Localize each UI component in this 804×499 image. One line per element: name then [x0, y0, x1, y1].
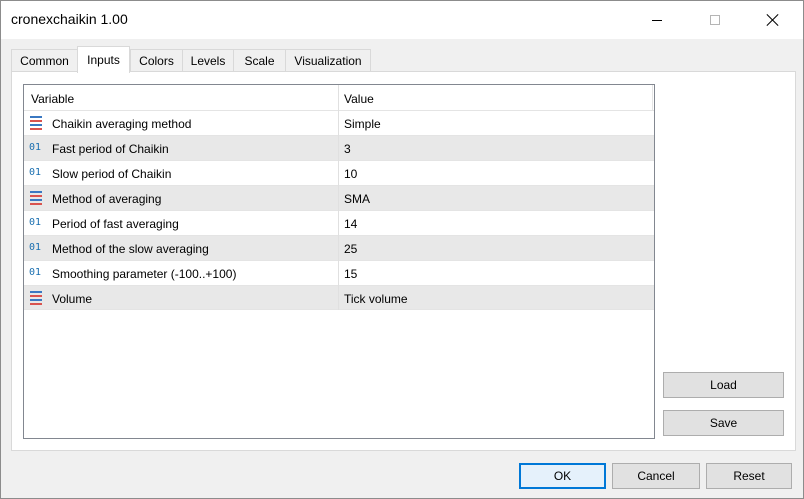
numeric-icon: 01 [29, 267, 42, 278]
row-value[interactable]: 3 [344, 142, 351, 156]
close-button[interactable] [750, 1, 796, 39]
row-variable: Fast period of Chaikin [52, 142, 169, 156]
enum-list-icon [29, 115, 43, 131]
column-divider [338, 85, 339, 310]
table-row[interactable]: 01 Slow period of Chaikin 10 [24, 160, 654, 185]
row-value[interactable]: 10 [344, 167, 357, 181]
window-title: cronexchaikin 1.00 [11, 11, 128, 27]
ok-button[interactable]: OK [519, 463, 606, 489]
numeric-icon: 01 [29, 242, 42, 253]
table-header: Variable Value [24, 85, 654, 110]
enum-list-icon [29, 290, 43, 306]
tab-scale[interactable]: Scale [233, 49, 286, 72]
title-bar: cronexchaikin 1.00 [1, 1, 803, 39]
numeric-icon: 01 [29, 167, 42, 178]
row-value[interactable]: SMA [344, 192, 370, 206]
tab-visualization[interactable]: Visualization [285, 49, 371, 72]
column-header-variable[interactable]: Variable [31, 92, 74, 106]
row-variable: Period of fast averaging [52, 217, 179, 231]
numeric-icon: 01 [29, 142, 42, 153]
table-row[interactable]: 01 Fast period of Chaikin 3 [24, 135, 654, 160]
maximize-button [692, 1, 738, 39]
maximize-icon [710, 15, 720, 25]
reset-button[interactable]: Reset [706, 463, 792, 489]
tab-inputs[interactable]: Inputs [77, 46, 130, 73]
row-variable: Volume [52, 292, 93, 306]
inputs-panel: Variable Value Chaikin averaging method … [11, 71, 796, 451]
table-row[interactable]: 01 Period of fast averaging 14 [24, 210, 654, 235]
tab-colors[interactable]: Colors [130, 49, 183, 72]
row-variable: Method of averaging [52, 192, 162, 206]
inputs-table: Variable Value Chaikin averaging method … [23, 84, 655, 439]
row-variable: Slow period of Chaikin [52, 167, 172, 181]
save-button[interactable]: Save [663, 410, 784, 436]
table-row[interactable]: Volume Tick volume [24, 285, 654, 310]
enum-list-icon [29, 190, 43, 206]
column-header-value[interactable]: Value [344, 92, 374, 106]
row-value[interactable]: Simple [344, 117, 381, 131]
load-button[interactable]: Load [663, 372, 784, 398]
table-row[interactable]: 01 Smoothing parameter (-100..+100) 15 [24, 260, 654, 285]
minimize-button[interactable] [634, 1, 680, 39]
table-row[interactable]: Chaikin averaging method Simple [24, 110, 654, 135]
row-variable: Chaikin averaging method [52, 117, 192, 131]
table-row[interactable]: Method of averaging SMA [24, 185, 654, 210]
tab-common[interactable]: Common [11, 49, 78, 72]
row-value[interactable]: 14 [344, 217, 357, 231]
dialog-window: cronexchaikin 1.00 Common Inputs Colors … [0, 0, 804, 499]
numeric-icon: 01 [29, 217, 42, 228]
row-variable: Smoothing parameter (-100..+100) [52, 267, 237, 281]
minimize-icon [652, 19, 662, 21]
table-row[interactable]: 01 Method of the slow averaging 25 [24, 235, 654, 260]
row-value[interactable]: Tick volume [344, 292, 408, 306]
tab-levels[interactable]: Levels [182, 49, 234, 72]
row-variable: Method of the slow averaging [52, 242, 209, 256]
close-icon [766, 13, 780, 27]
cancel-button[interactable]: Cancel [612, 463, 700, 489]
column-separator[interactable] [652, 85, 653, 110]
row-value[interactable]: 25 [344, 242, 357, 256]
row-value[interactable]: 15 [344, 267, 357, 281]
